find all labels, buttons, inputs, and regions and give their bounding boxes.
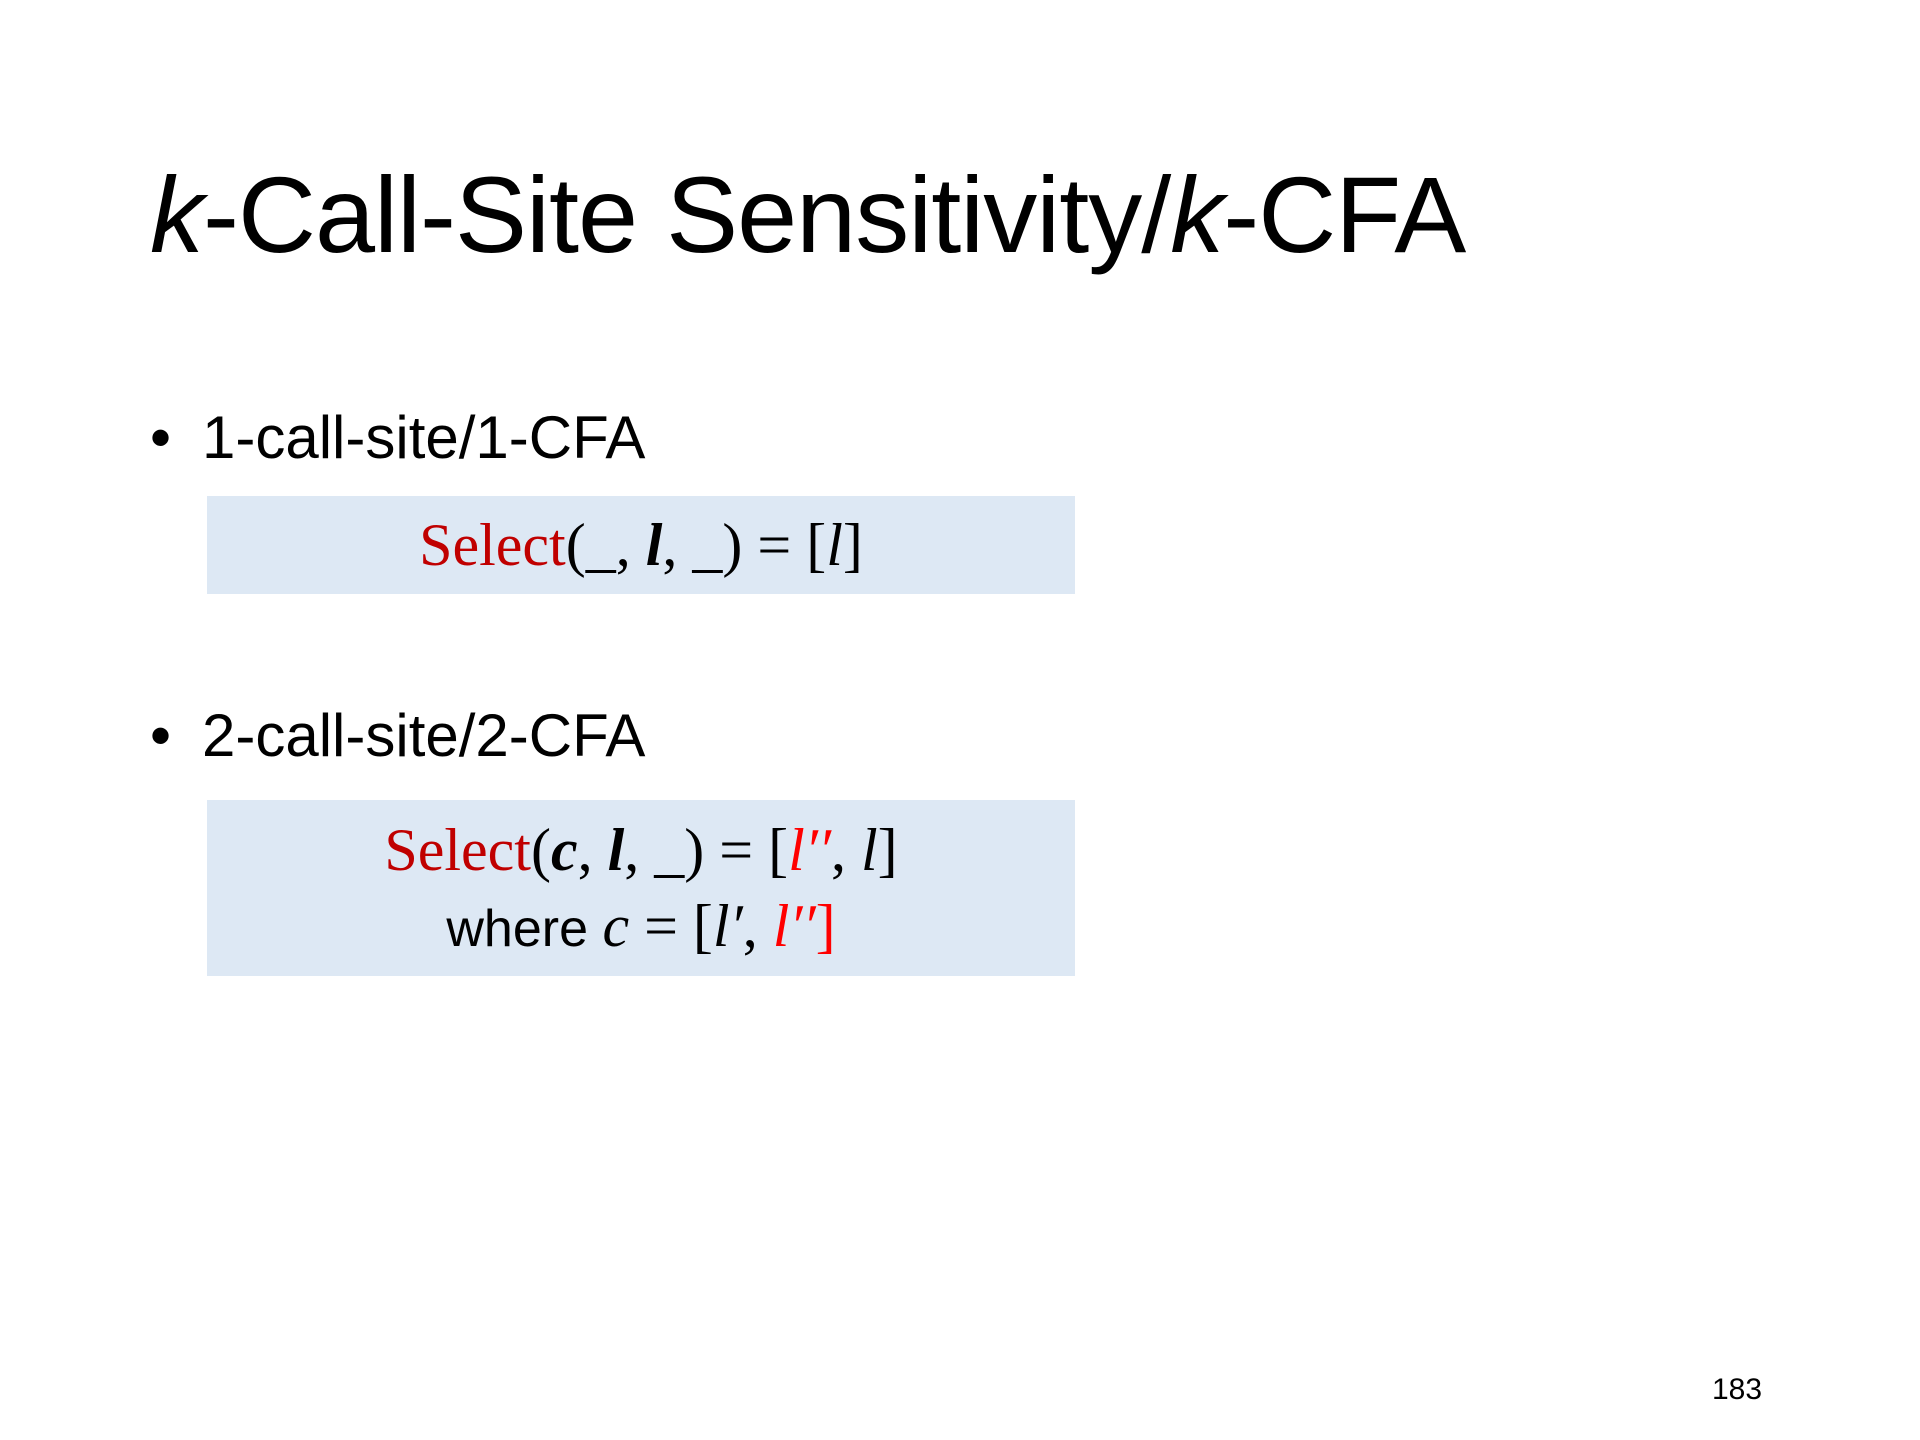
bullet-2: • 2-call-site/2-CFA xyxy=(150,698,645,774)
formula2-result-l: l xyxy=(860,817,878,883)
formula1-rest: , _) = [ xyxy=(662,512,827,578)
formula2-result-lpp: l′′ xyxy=(788,817,831,883)
bullet-2-text: 2-call-site/2-CFA xyxy=(202,702,646,769)
formula2-rest: , _) = [ xyxy=(624,817,789,883)
formula1-open: (_, xyxy=(565,512,646,578)
title-part-2: -CFA xyxy=(1223,154,1466,275)
title-k-2: k xyxy=(1170,154,1224,275)
slide-title: k-Call-Site Sensitivity/k-CFA xyxy=(150,150,1466,280)
select-function: Select xyxy=(384,817,531,883)
title-part-1: -Call-Site Sensitivity/ xyxy=(203,154,1171,275)
title-k-1: k xyxy=(150,154,204,275)
formula2-line-1: Select(c, l, _) = [l′′, l] xyxy=(207,812,1075,888)
formula2-sep1: , xyxy=(577,817,608,883)
page-number: 183 xyxy=(1712,1373,1763,1406)
formula2-line-2: where c = [l′, l′′] xyxy=(207,888,1075,967)
formula-box-1: Select(_, l, _) = [l] xyxy=(207,496,1075,594)
where-eq: = [ xyxy=(629,893,713,959)
where-c: c xyxy=(602,893,630,959)
where-sep: , xyxy=(742,893,773,959)
select-function: Select xyxy=(419,512,566,578)
formula2-close: ] xyxy=(877,817,898,883)
formula1-result-l: l xyxy=(826,512,843,578)
formula2-open: ( xyxy=(530,817,551,883)
formula1-close: ] xyxy=(842,512,863,578)
bullet-1-text: 1-call-site/1-CFA xyxy=(202,404,646,471)
where-close: ] xyxy=(815,893,836,959)
formula2-arg-l: l xyxy=(607,817,625,883)
bullet-marker: • xyxy=(150,702,172,769)
bullet-marker: • xyxy=(150,404,172,471)
where-lp: l′ xyxy=(712,893,743,959)
bullet-1: • 1-call-site/1-CFA xyxy=(150,400,645,476)
where-label: where xyxy=(446,900,603,958)
where-lpp: l′′ xyxy=(772,893,816,959)
formula2-arg-c: c xyxy=(550,817,578,883)
formula2-sep2: , xyxy=(830,817,861,883)
formula1-arg-l: l xyxy=(645,512,663,578)
formula-box-2: Select(c, l, _) = [l′′, l] where c = [l′… xyxy=(207,800,1075,976)
slide: k-Call-Site Sensitivity/k-CFA • 1-call-si… xyxy=(0,0,1920,1440)
